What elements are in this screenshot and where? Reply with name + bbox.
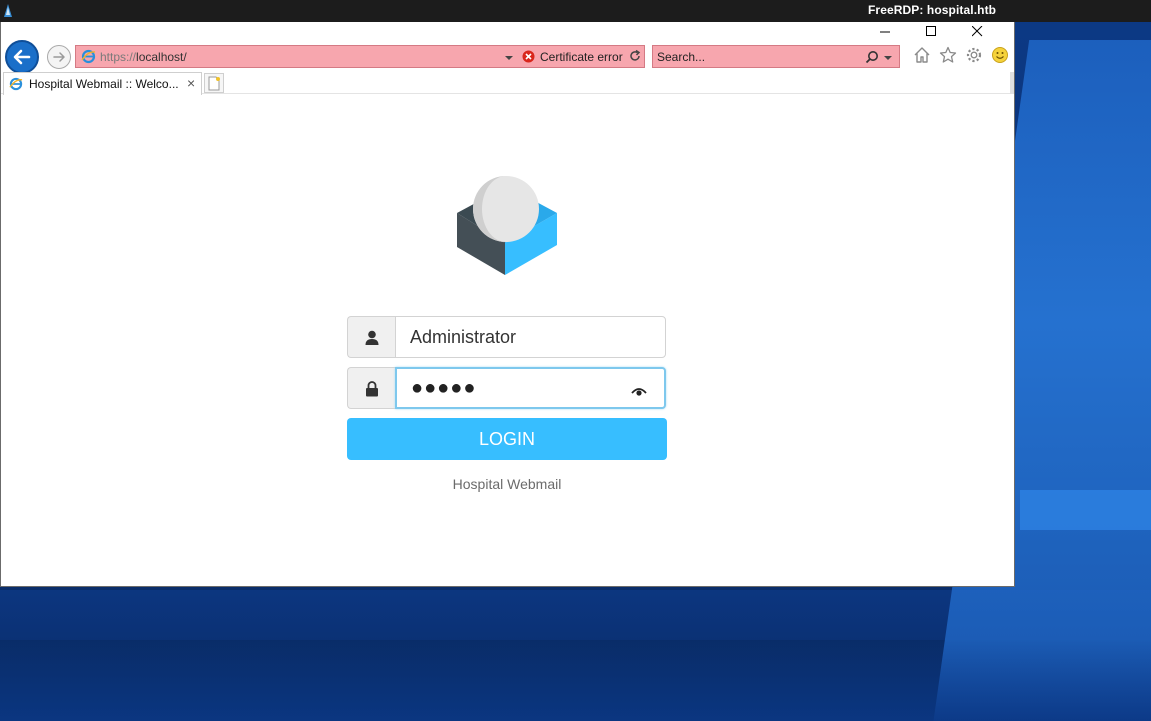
minimize-icon — [880, 31, 890, 33]
toolbar-icons — [913, 46, 1011, 68]
new-tab-icon — [208, 76, 220, 91]
rdp-app-icon — [2, 3, 14, 19]
lock-icon — [366, 381, 378, 397]
favorites-star-icon[interactable] — [939, 46, 959, 66]
address-bar[interactable]: https://localhost/ Certificate error — [75, 45, 645, 68]
ie-icon — [81, 49, 96, 67]
password-input[interactable] — [395, 367, 666, 409]
address-scheme: https:// — [100, 50, 137, 64]
password-field-group — [347, 367, 666, 409]
new-tab-button[interactable] — [204, 73, 224, 93]
forward-button[interactable] — [47, 45, 71, 69]
username-input[interactable] — [395, 316, 666, 358]
tab-ie-icon — [9, 77, 23, 94]
close-window-button[interactable] — [954, 22, 1000, 42]
refresh-icon[interactable] — [628, 49, 642, 66]
settings-gear-icon[interactable] — [965, 46, 985, 66]
navigation-bar: https://localhost/ Certificate error — [1, 40, 1014, 74]
browser-window: https://localhost/ Certificate error Sea… — [0, 22, 1015, 587]
webmail-login-page: LOGIN Hospital Webmail — [1, 95, 1014, 586]
close-icon — [972, 26, 983, 37]
minimize-button[interactable] — [862, 22, 908, 42]
maximize-button[interactable] — [908, 22, 954, 42]
forward-arrow-icon — [53, 52, 65, 62]
desktop-light-accent — [1020, 490, 1151, 530]
maximize-icon — [926, 26, 936, 36]
back-button[interactable] — [5, 40, 39, 74]
search-box[interactable] — [652, 45, 900, 68]
address-url: https://localhost/ — [100, 50, 187, 64]
eye-icon[interactable] — [631, 384, 647, 402]
home-icon[interactable] — [913, 46, 933, 66]
search-dropdown-icon[interactable] — [884, 51, 892, 65]
lock-icon-addon — [347, 367, 395, 409]
search-icon[interactable] — [865, 50, 879, 67]
address-host: localhost/ — [136, 50, 187, 64]
rdp-window-title: FreeRDP: hospital.htb — [868, 3, 997, 17]
window-controls — [862, 22, 1000, 42]
feedback-smiley-icon[interactable] — [991, 46, 1011, 66]
user-icon-addon — [347, 316, 395, 358]
tab-close-button[interactable]: × — [187, 75, 195, 91]
dropdown-icon[interactable] — [505, 51, 513, 65]
tab-hospital-webmail[interactable]: Hospital Webmail :: Welco... × — [3, 72, 202, 95]
desktop-bottom-shade — [0, 640, 1151, 721]
certificate-error-icon[interactable] — [522, 50, 535, 66]
roundcube-logo — [453, 173, 559, 282]
tab-title: Hospital Webmail :: Welco... — [29, 77, 179, 91]
search-input[interactable] — [657, 48, 857, 65]
back-arrow-icon — [13, 49, 31, 65]
login-button[interactable]: LOGIN — [347, 418, 667, 460]
tab-bar: Hospital Webmail :: Welco... × — [1, 72, 1014, 95]
certificate-error-label[interactable]: Certificate error — [540, 50, 623, 64]
footer-text: Hospital Webmail — [452, 476, 562, 492]
rdp-title-bar: FreeRDP: hospital.htb — [0, 0, 1151, 22]
username-field-group — [347, 316, 666, 358]
scrollbar[interactable] — [1010, 72, 1014, 94]
user-icon — [365, 330, 379, 345]
